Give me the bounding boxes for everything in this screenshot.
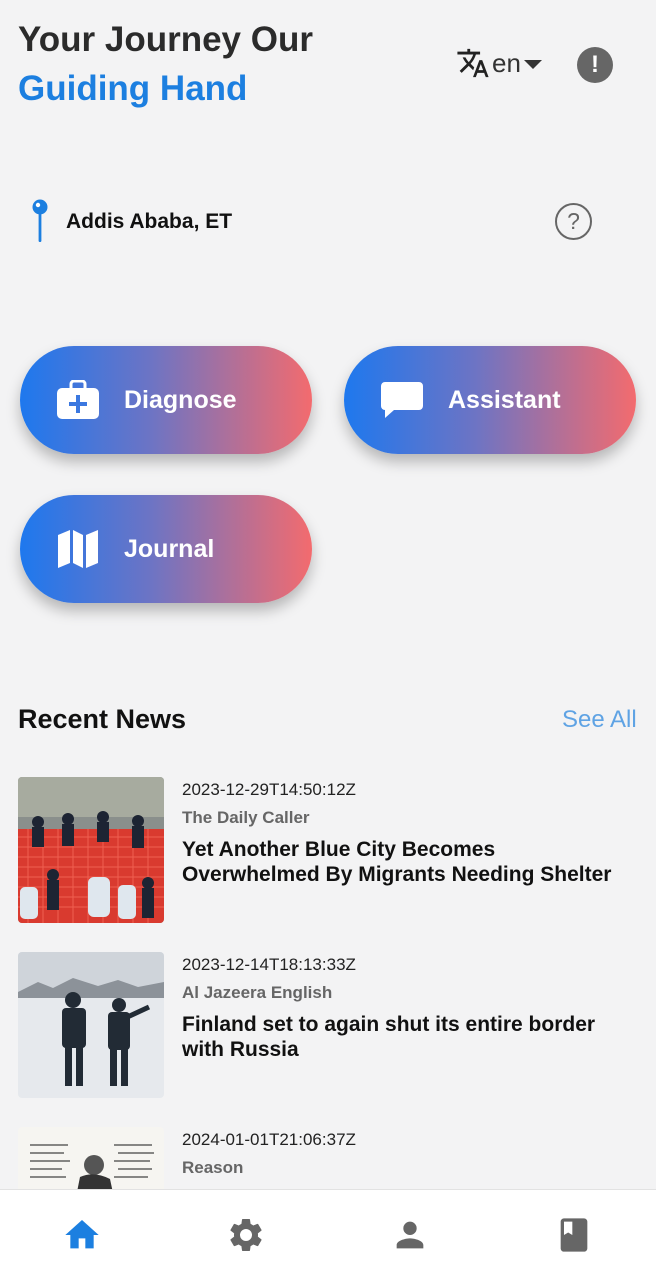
app-title-line1: Your Journey Our bbox=[18, 20, 313, 59]
app-title-line2: Guiding Hand bbox=[18, 69, 248, 108]
news-date: 2023-12-14T18:13:33Z bbox=[182, 955, 356, 974]
nav-home-button[interactable] bbox=[62, 1215, 102, 1255]
home-icon bbox=[65, 1220, 99, 1249]
language-code: en bbox=[492, 47, 521, 78]
help-button[interactable]: ? bbox=[555, 203, 592, 240]
news-date: 2023-12-29T14:50:12Z bbox=[182, 780, 356, 799]
nav-journal-button[interactable] bbox=[554, 1215, 594, 1255]
news-title: Yet Another Blue City Becomes Overwhelme… bbox=[182, 838, 612, 886]
location-pin-icon bbox=[32, 199, 48, 242]
chat-bubble-icon bbox=[381, 382, 423, 418]
nav-settings-button[interactable] bbox=[226, 1215, 266, 1255]
person-icon bbox=[396, 1221, 424, 1249]
language-selector[interactable]: en bbox=[456, 46, 542, 80]
info-alert-button[interactable]: ! bbox=[577, 47, 613, 83]
news-title: Finland set to again shut its entire bor… bbox=[182, 1013, 596, 1061]
news-date: 2024-01-01T21:06:37Z bbox=[182, 1130, 356, 1149]
assistant-button[interactable]: Assistant bbox=[344, 346, 636, 454]
journal-button[interactable]: Journal bbox=[20, 495, 312, 603]
news-source: Al Jazeera English bbox=[182, 983, 333, 1002]
chevron-down-icon bbox=[523, 59, 542, 69]
diagnose-button[interactable]: Diagnose bbox=[20, 346, 312, 454]
exclamation-icon: ! bbox=[591, 51, 599, 78]
nav-profile-button[interactable] bbox=[390, 1215, 430, 1255]
see-all-link[interactable]: See All bbox=[562, 706, 637, 734]
question-mark-icon: ? bbox=[567, 208, 580, 234]
journal-label: Journal bbox=[124, 535, 215, 563]
assistant-label: Assistant bbox=[448, 386, 561, 414]
gear-icon bbox=[230, 1219, 262, 1251]
news-item[interactable]: 2023-12-14T18:13:33Z Al Jazeera English … bbox=[18, 952, 638, 1098]
medical-kit-icon bbox=[57, 380, 99, 419]
news-thumbnail bbox=[18, 777, 164, 923]
bottom-nav bbox=[0, 1189, 656, 1280]
translate-icon bbox=[457, 48, 489, 78]
location-label: Addis Ababa, ET bbox=[66, 210, 233, 233]
diagnose-label: Diagnose bbox=[124, 386, 237, 414]
news-source: Reason bbox=[182, 1158, 244, 1177]
recent-news-heading: Recent News bbox=[18, 704, 187, 734]
map-icon bbox=[58, 530, 98, 568]
news-item[interactable]: 2023-12-29T14:50:12Z The Daily Caller Ye… bbox=[18, 777, 638, 923]
news-source: The Daily Caller bbox=[182, 808, 310, 827]
book-icon bbox=[560, 1218, 588, 1252]
news-thumbnail bbox=[18, 952, 164, 1098]
